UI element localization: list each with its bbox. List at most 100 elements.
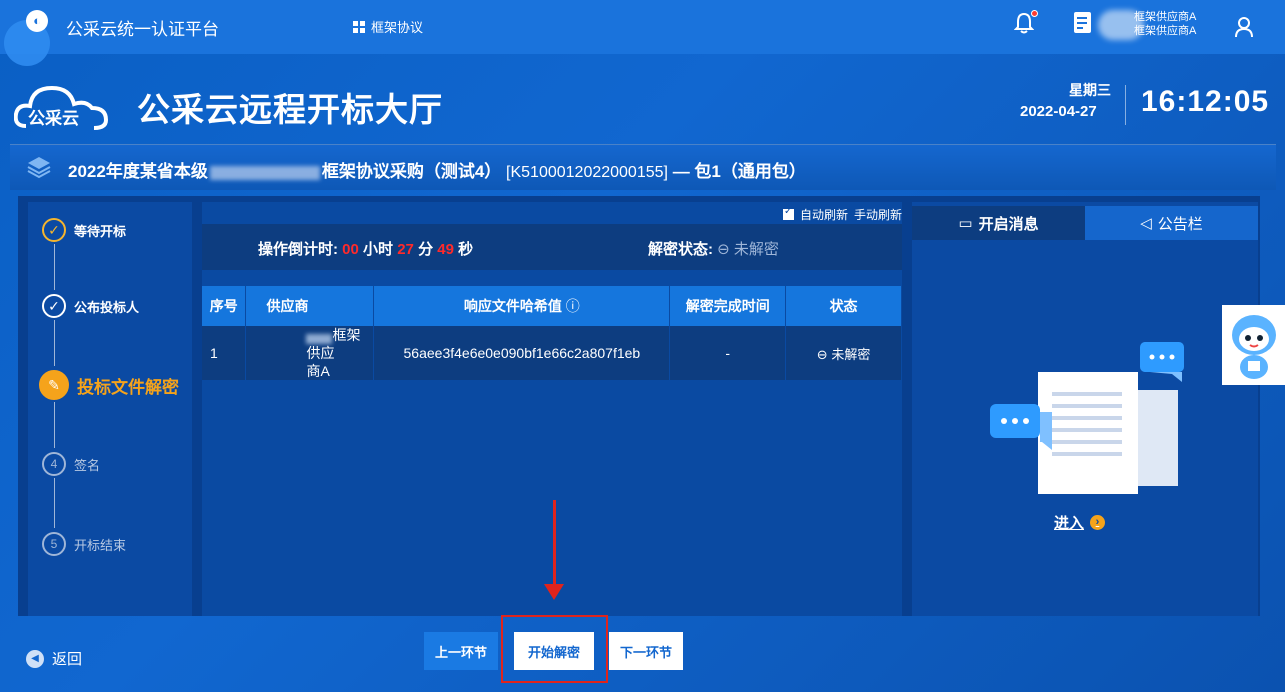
project-package: — 包1（通用包） <box>672 162 806 181</box>
user-icon[interactable] <box>1234 16 1254 38</box>
top-bar: ◐ 公采云统一认证平台 框架协议 框架供应商A 框架供应商A <box>0 0 1285 66</box>
edit-icon: ✎ <box>39 370 69 400</box>
decrypt-status-label: 解密状态: <box>648 241 713 258</box>
step-connector <box>54 402 55 448</box>
manual-refresh-button[interactable]: 手动刷新 <box>854 206 902 223</box>
decrypt-status: 解密状态: ⊖ 未解密 <box>648 238 779 259</box>
minus-circle-icon: ⊖ <box>717 241 730 258</box>
bell-icon[interactable] <box>1013 10 1038 34</box>
grid-icon <box>353 20 365 33</box>
countdown-hours: 00 <box>342 241 359 258</box>
step-publish-bidders: ✓ 公布投标人 <box>42 294 139 318</box>
countdown: 操作倒计时: 00 小时 27 分 49 秒 <box>258 238 473 259</box>
project-title-prefix: 2022年度某省本级 <box>68 162 208 181</box>
status-text: 未解密 <box>831 346 871 362</box>
col-hash-label: 响应文件哈希值 <box>463 298 562 314</box>
message-panel: ▭ 开启消息 ◁ 公告栏 进入 › <box>912 202 1258 616</box>
tab-label: 公告栏 <box>1157 215 1203 233</box>
auto-refresh-checkbox[interactable] <box>782 206 794 220</box>
chat-illustration <box>982 342 1192 502</box>
time-divider <box>1125 85 1126 125</box>
table-row: 1 框架供应 商A 56aee3f4e6e0e090bf1e66c2a807f1… <box>202 326 902 380</box>
step-waiting: ✓ 等待开标 <box>42 218 126 242</box>
user-info[interactable]: 框架供应商A 框架供应商A <box>1134 10 1196 38</box>
enter-label: 进入 <box>1054 515 1085 532</box>
project-code: [K5100012022000155] <box>506 164 668 181</box>
steps-sidebar: ✓ 等待开标 ✓ 公布投标人 ✎ 投标文件解密 4 签名 5 开标结束 <box>28 202 192 616</box>
step-label: 等待开标 <box>74 223 127 239</box>
weekday: 星期三 <box>1069 82 1111 98</box>
project-bar: 2022年度某省本级 框架协议采购（测试4） [K5100012022000155… <box>10 144 1276 190</box>
tab-bulletin[interactable]: ◁ 公告栏 <box>1085 206 1258 240</box>
col-decrypt-time: 解密完成时间 <box>669 286 787 326</box>
cell-decrypt-time: - <box>669 326 787 380</box>
step-decrypt: ✎ 投标文件解密 <box>39 370 179 400</box>
step-label: 开标结束 <box>74 537 127 553</box>
hall-title: 公采云远程开标大厅 <box>137 91 443 128</box>
message-icon: ▭ <box>958 215 973 232</box>
decrypt-status-value: 未解密 <box>733 241 779 258</box>
auto-refresh-label[interactable]: 自动刷新 <box>800 206 848 223</box>
date: 2022-04-27 <box>1020 103 1097 120</box>
tab-open-messages[interactable]: ▭ 开启消息 <box>912 206 1085 240</box>
supplier-name-line2: 商A <box>306 363 330 379</box>
redacted-text <box>306 334 333 344</box>
col-supplier: 供应商 <box>245 286 375 326</box>
step-connector <box>54 478 55 528</box>
tab-label: 开启消息 <box>978 215 1039 233</box>
next-step-button[interactable]: 下一环节 <box>609 632 683 670</box>
cell-index: 1 <box>202 326 247 380</box>
clock: 16:12:05 <box>1141 85 1270 118</box>
cell-supplier: 框架供应 商A <box>245 326 375 380</box>
user-line-1: 框架供应商A <box>1134 11 1197 23</box>
hall-logo-text: 公采云 <box>28 109 79 129</box>
message-tabs: ▭ 开启消息 ◁ 公告栏 <box>912 206 1258 240</box>
supplier-name-line1: 框架供应 <box>306 327 361 361</box>
refresh-controls: 自动刷新 手动刷新 <box>782 206 902 223</box>
back-label: 返回 <box>52 651 83 668</box>
document-icon[interactable] <box>1074 12 1091 33</box>
minus-circle-icon: ⊖ <box>816 346 828 362</box>
col-hash: 响应文件哈希值 ⓘ <box>373 286 671 326</box>
platform-name[interactable]: 公采云统一认证平台 <box>66 15 219 40</box>
step-connector <box>54 244 55 290</box>
annotation-arrow <box>553 500 556 586</box>
check-icon: ✓ <box>42 218 66 242</box>
user-line-2: 框架供应商A <box>1134 25 1197 37</box>
annotation-highlight-box <box>501 615 608 683</box>
redacted-text <box>209 165 320 180</box>
seconds-unit: 秒 <box>458 241 474 258</box>
countdown-label: 操作倒计时: <box>258 241 338 258</box>
col-status: 状态 <box>785 286 902 326</box>
col-index: 序号 <box>202 286 247 326</box>
step-connector <box>54 320 55 366</box>
hall-logo: 公采云 <box>13 76 114 132</box>
countdown-bar: 操作倒计时: 00 小时 27 分 49 秒 解密状态: ⊖ 未解密 <box>202 224 902 270</box>
project-title: 2022年度某省本级 框架协议采购（测试4） [K5100012022000155… <box>68 157 806 182</box>
step-label: 签名 <box>74 457 101 473</box>
back-button[interactable]: ◀ 返回 <box>26 648 82 669</box>
annotation-arrow-head <box>544 584 564 600</box>
speaker-icon: ◁ <box>1140 215 1152 232</box>
countdown-minutes: 27 <box>397 241 414 258</box>
nav-framework-agreement[interactable]: 框架协议 <box>353 17 423 36</box>
platform-logo-icon: ◐ <box>26 10 48 32</box>
help-icon[interactable]: ⓘ <box>566 298 580 314</box>
bidder-table: 序号 供应商 响应文件哈希值 ⓘ 解密完成时间 状态 1 框架供应 商A 56a… <box>202 286 902 380</box>
assistant-mascot[interactable] <box>1222 305 1285 385</box>
back-arrow-icon: ◀ <box>26 649 44 668</box>
step-sign: 4 签名 <box>42 452 100 476</box>
main-panel: ✓ 等待开标 ✓ 公布投标人 ✎ 投标文件解密 4 签名 5 开标结束 自动刷新… <box>18 196 1260 616</box>
chevron-right-icon: › <box>1090 515 1106 530</box>
table-header-row: 序号 供应商 响应文件哈希值 ⓘ 解密完成时间 状态 <box>202 286 902 326</box>
step-label: 公布投标人 <box>74 299 140 315</box>
prev-step-button[interactable]: 上一环节 <box>424 632 498 670</box>
decrypt-panel: 自动刷新 手动刷新 操作倒计时: 00 小时 27 分 49 秒 解密状态: ⊖… <box>202 202 902 616</box>
hours-unit: 小时 <box>363 241 394 258</box>
step-number: 4 <box>42 452 66 476</box>
project-title-suffix: 框架协议采购（测试4） <box>321 162 502 181</box>
enter-link[interactable]: 进入 › <box>1054 512 1106 533</box>
countdown-seconds: 49 <box>437 241 454 258</box>
step-label: 投标文件解密 <box>77 377 179 397</box>
nav-label: 框架协议 <box>371 20 424 35</box>
